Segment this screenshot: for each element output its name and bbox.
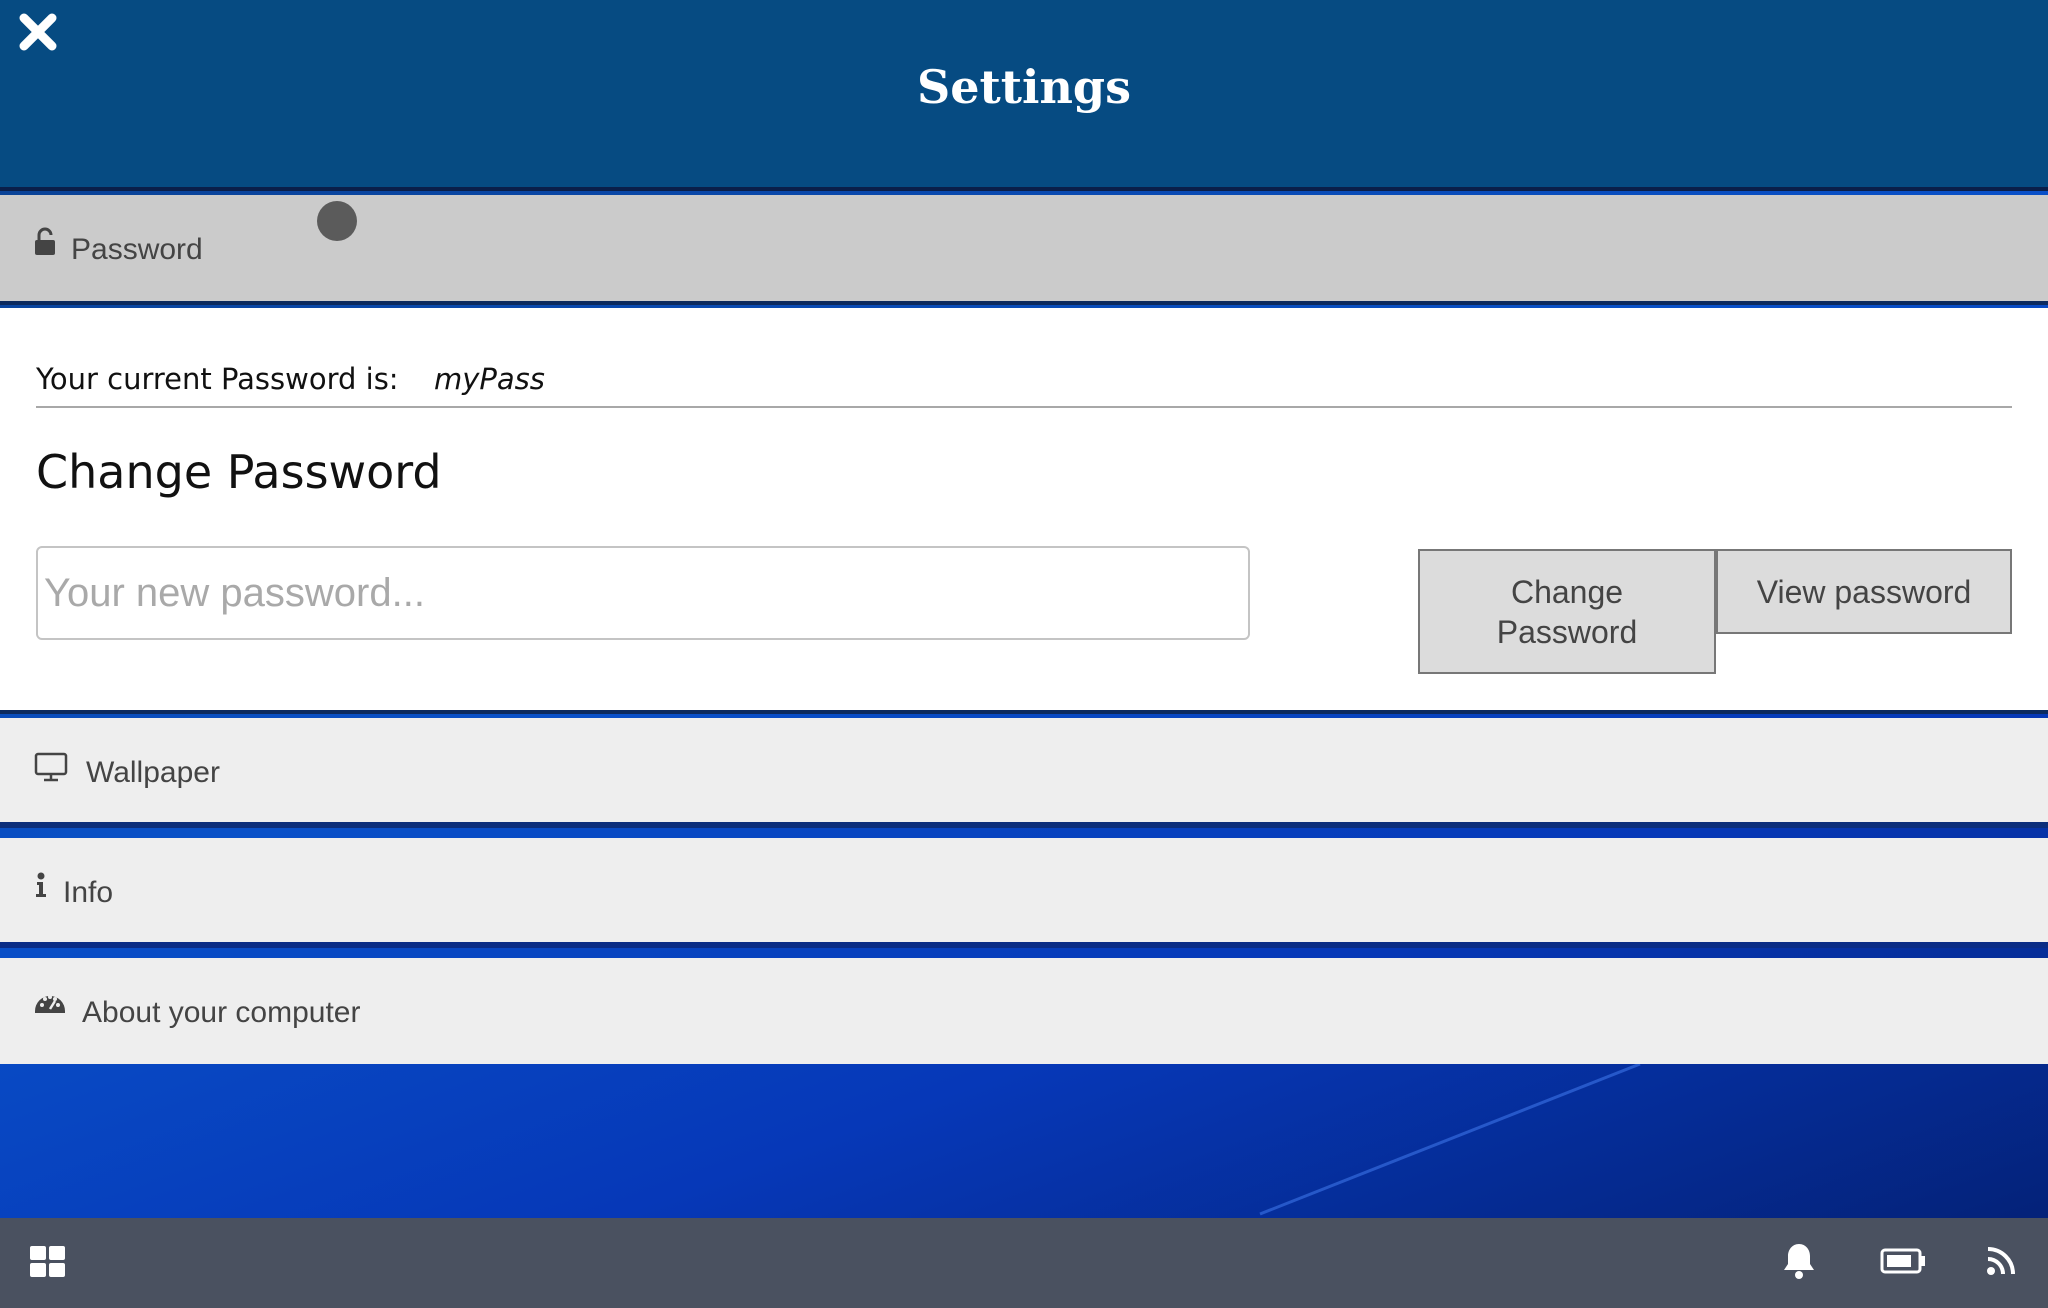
touch-cursor [317,201,357,241]
bell-icon[interactable] [1782,1242,1816,1285]
close-icon[interactable] [16,10,60,54]
rss-icon[interactable] [1986,1246,2016,1281]
section-info-header[interactable]: Info [0,838,2048,948]
view-password-button[interactable]: View password [1716,549,2012,634]
change-password-heading: Change Password [36,445,442,499]
section-wallpaper-header[interactable]: Wallpaper [0,718,2048,828]
dashboard-icon [34,991,66,1015]
section-password-label: Password [71,233,203,266]
section-wallpaper-label: Wallpaper [86,756,220,789]
page-title: Settings [917,60,1131,114]
new-password-input[interactable] [36,546,1250,640]
change-password-button[interactable]: Change Password [1418,549,1716,674]
section-info-label: Info [63,876,114,909]
unlock-icon [34,227,56,257]
password-panel: Your current Password is: myPass Change … [0,308,2048,714]
grid-icon[interactable] [30,1246,66,1283]
section-about-label: About your computer [82,996,361,1029]
monitor-icon [34,752,68,782]
section-password-header[interactable]: Password [0,195,2048,305]
close-button[interactable] [16,10,60,54]
current-password-value: myPass [434,362,545,396]
current-password-row: Your current Password is: myPass [36,348,2012,408]
section-about-header[interactable]: About your computer [0,958,2048,1064]
taskbar [0,1218,2048,1308]
settings-header: Settings [0,0,2048,191]
current-password-label: Your current Password is: [36,362,399,396]
desktop-wallpaper [1259,1064,1641,1216]
battery-icon[interactable] [1880,1248,1926,1279]
info-icon [35,872,47,898]
